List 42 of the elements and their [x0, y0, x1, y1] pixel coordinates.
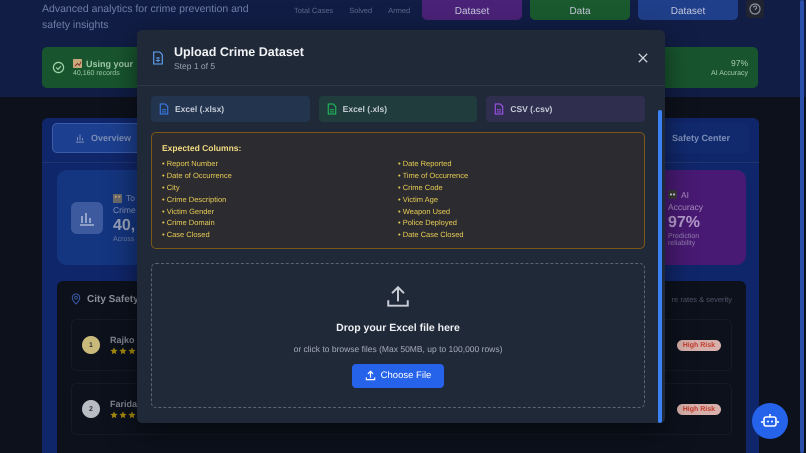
- card-label: Accuracy: [668, 200, 704, 212]
- banner-value: 97%: [730, 58, 748, 68]
- card-label: Crime: [113, 204, 137, 216]
- banner-title: Using your: [86, 58, 134, 68]
- header-button[interactable]: Dataset: [638, 0, 738, 20]
- chart-icon: [73, 59, 82, 68]
- header-button[interactable]: Dataset: [422, 0, 522, 20]
- chatbot-button[interactable]: [752, 403, 788, 439]
- columns-title: Expected Columns:: [162, 143, 242, 153]
- scrollbar[interactable]: [800, 0, 804, 453]
- drop-zone[interactable]: Drop your Excel file here or click to browse files (Max 50MB, up to 100,000 rows) Choose File: [151, 262, 645, 408]
- bar-chart-icon: [75, 133, 85, 143]
- check-circle-icon: [52, 61, 65, 74]
- spreadsheet-file-icon: [152, 50, 164, 64]
- file-icon: [326, 103, 337, 115]
- dialog-title: Upload Crime Dataset: [174, 44, 304, 58]
- upload-icon: [364, 370, 376, 382]
- location-pin-icon: [71, 293, 81, 305]
- step-indicator: Step 1 of 5: [174, 60, 216, 70]
- drop-hint: or click to browse files (Max 50MB, up to 100,000 rows): [294, 344, 502, 354]
- card-value: 97%: [668, 212, 702, 232]
- format-label: Excel (.xlsx): [175, 104, 224, 114]
- building-icon: [113, 194, 122, 202]
- card-label: AI: [681, 188, 690, 200]
- format-label: CSV (.csv): [510, 104, 552, 114]
- bar-chart-icon: [71, 202, 103, 234]
- drop-title: Drop your Excel file here: [336, 322, 460, 334]
- page-subtitle: Advanced analytics for crime prevention and safety insights: [42, 2, 250, 33]
- help-icon[interactable]: [746, 0, 764, 18]
- file-icon: [159, 103, 169, 115]
- robot-face-icon: [668, 190, 677, 199]
- choose-file-button[interactable]: Choose File: [352, 364, 444, 388]
- file-icon: [494, 103, 504, 115]
- header-button[interactable]: Data: [530, 0, 630, 20]
- card-value: 40,: [113, 216, 136, 236]
- section-title: City Safety: [87, 294, 139, 304]
- city-name: Farida: [110, 399, 138, 409]
- scrollbar[interactable]: [658, 110, 662, 423]
- city-name: Rajko: [110, 335, 136, 345]
- card-label: To: [126, 192, 135, 204]
- format-label: Excel (.xls): [342, 104, 388, 114]
- close-icon[interactable]: [638, 52, 648, 62]
